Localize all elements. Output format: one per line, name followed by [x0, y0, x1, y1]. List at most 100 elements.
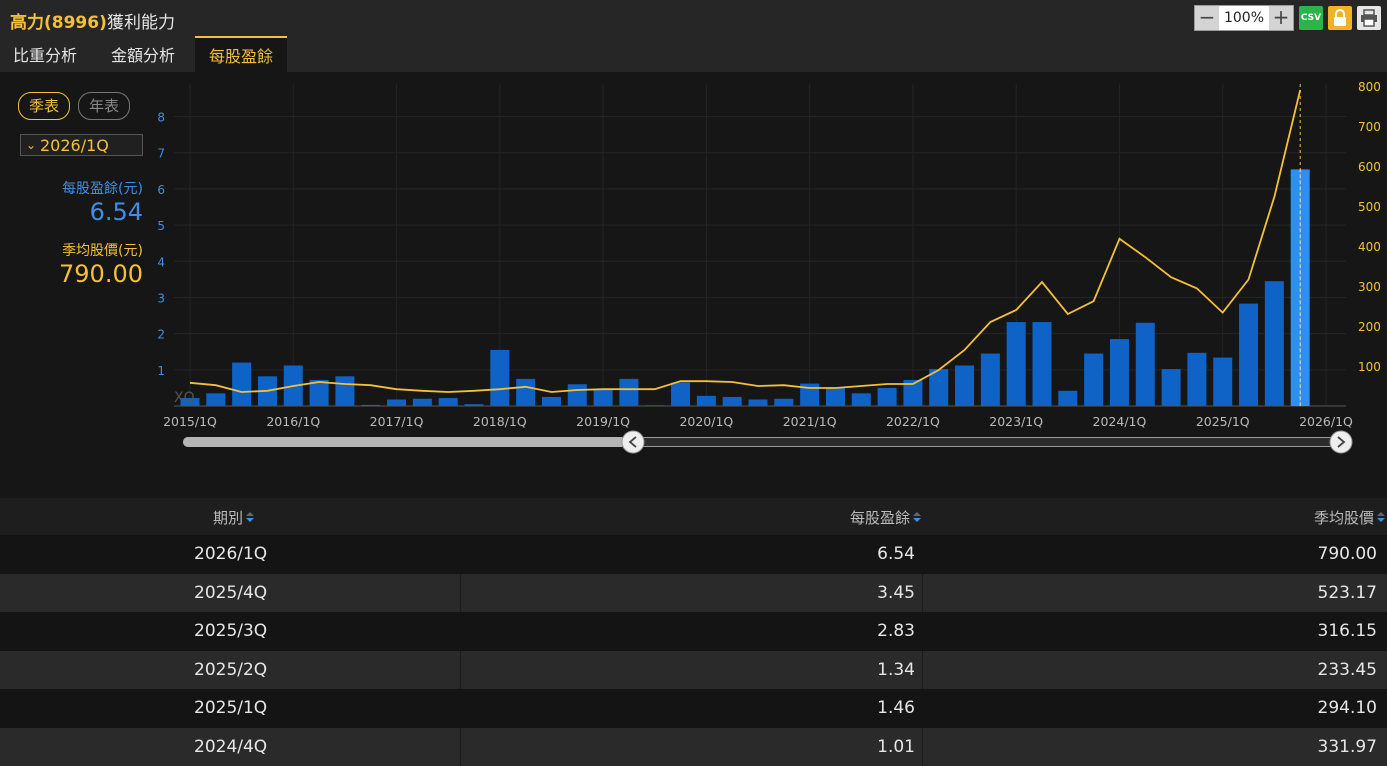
tab-amount-analysis[interactable]: 金額分析 — [111, 36, 175, 72]
x-tick-label: 2017/1Q — [370, 414, 424, 429]
eps-label: 每股盈餘(元) — [62, 178, 143, 198]
range-slider-rest — [633, 438, 1343, 446]
eps-bar — [929, 369, 948, 406]
column-header-period[interactable]: 期別 — [213, 507, 254, 528]
cell-price: 790.00 — [1318, 544, 1377, 564]
sort-icon — [1377, 512, 1385, 524]
y-tick-right: 500 — [1358, 200, 1381, 214]
page-subtitle: 獲利能力 — [107, 8, 175, 33]
x-tick-label: 2016/1Q — [266, 414, 320, 429]
eps-bar — [568, 384, 587, 406]
column-divider — [460, 651, 461, 690]
sort-icon — [913, 512, 921, 524]
y-tick-left: 1 — [157, 364, 165, 378]
eps-bar — [1162, 369, 1181, 406]
eps-bar — [232, 363, 251, 406]
eps-bar — [1239, 304, 1258, 406]
column-header-price[interactable]: 季均股價 — [1314, 507, 1385, 528]
chart-panel: 12345678100200300400500600700800XQ2015/1… — [0, 72, 1387, 498]
x-tick-label: 2015/1Q — [163, 414, 217, 429]
y-tick-right: 800 — [1358, 80, 1381, 94]
column-divider — [922, 728, 923, 766]
x-tick-label: 2024/1Q — [1093, 414, 1147, 429]
column-divider — [922, 574, 923, 613]
eps-bar — [490, 350, 509, 406]
price-value: 790.00 — [59, 260, 143, 288]
table-row[interactable]: 2026/1Q 6.54 790.00 — [0, 535, 1387, 574]
eps-bar — [774, 399, 793, 406]
zoom-out-button[interactable]: − — [1195, 6, 1219, 30]
table-row[interactable]: 2025/4Q 3.45 523.17 — [0, 574, 1387, 613]
eps-bar — [1265, 281, 1284, 406]
eps-bar — [852, 393, 871, 406]
y-tick-right: 300 — [1358, 280, 1381, 294]
cell-period: 2025/1Q — [194, 698, 267, 718]
y-tick-right: 700 — [1358, 120, 1381, 134]
column-divider — [922, 651, 923, 690]
tab-proportion-analysis[interactable]: 比重分析 — [13, 36, 77, 72]
eps-bar — [1058, 391, 1077, 406]
eps-bar — [619, 379, 638, 406]
range-slider-handle-left[interactable] — [622, 431, 644, 453]
eps-bar — [594, 390, 613, 406]
y-tick-right: 100 — [1358, 360, 1381, 374]
x-tick-label: 2026/1Q — [1299, 414, 1353, 429]
tab-eps[interactable]: 每股盈餘 — [195, 36, 287, 72]
y-tick-left: 4 — [157, 255, 165, 269]
table-row[interactable]: 2025/3Q 2.83 316.15 — [0, 612, 1387, 651]
y-tick-left: 3 — [157, 291, 165, 305]
x-tick-label: 2025/1Q — [1196, 414, 1250, 429]
cell-period: 2025/4Q — [194, 583, 267, 603]
price-line — [190, 90, 1300, 392]
print-button[interactable] — [1357, 6, 1381, 30]
cell-price: 233.45 — [1318, 660, 1377, 680]
column-divider — [460, 574, 461, 613]
eps-value: 6.54 — [90, 198, 143, 226]
quarterly-toggle[interactable]: 季表 — [18, 92, 70, 120]
eps-bar — [749, 399, 768, 406]
title-bar: 高力(8996) 獲利能力 − 100% + CSV — [0, 0, 1387, 36]
chevron-down-icon: ⌄ — [26, 134, 36, 156]
table-row[interactable]: 2025/2Q 1.34 233.45 — [0, 651, 1387, 690]
annual-toggle[interactable]: 年表 — [78, 92, 130, 120]
eps-bar — [206, 393, 225, 406]
eps-bar — [439, 398, 458, 406]
table-row[interactable]: 2025/1Q 1.46 294.10 — [0, 689, 1387, 728]
range-slider-selected — [183, 437, 633, 447]
sort-icon — [246, 512, 254, 524]
printer-icon — [1357, 6, 1381, 30]
period-dropdown[interactable]: ⌄ 2026/1Q — [20, 134, 143, 156]
eps-bar — [1110, 339, 1129, 406]
column-header-period-label: 期別 — [213, 509, 243, 527]
y-tick-right: 400 — [1358, 240, 1381, 254]
eps-bar — [1187, 353, 1206, 406]
y-tick-right: 200 — [1358, 320, 1381, 334]
cell-eps: 1.01 — [877, 737, 915, 757]
eps-bar — [335, 376, 354, 406]
table-row[interactable]: 2024/4Q 1.01 331.97 — [0, 728, 1387, 766]
column-header-eps[interactable]: 每股盈餘 — [850, 507, 921, 528]
lock-icon — [1328, 6, 1352, 30]
y-tick-left: 7 — [157, 147, 165, 161]
eps-bar — [645, 405, 664, 406]
x-tick-label: 2022/1Q — [886, 414, 940, 429]
lock-button[interactable] — [1328, 6, 1352, 30]
column-header-price-label: 季均股價 — [1314, 509, 1374, 527]
y-tick-left: 6 — [157, 183, 165, 197]
cell-period: 2025/3Q — [194, 621, 267, 641]
column-header-eps-label: 每股盈餘 — [850, 509, 910, 527]
cell-eps: 2.83 — [877, 621, 915, 641]
table-header: 期別 每股盈餘 季均股價 — [0, 498, 1387, 536]
y-tick-left: 5 — [157, 219, 165, 233]
eps-bar — [1084, 354, 1103, 406]
zoom-in-button[interactable]: + — [1269, 6, 1293, 30]
eps-bar — [387, 399, 406, 406]
cell-eps: 3.45 — [877, 583, 915, 603]
csv-export-button[interactable]: CSV — [1299, 6, 1323, 30]
cell-price: 294.10 — [1318, 698, 1377, 718]
eps-bar — [361, 405, 380, 406]
cell-eps: 6.54 — [877, 544, 915, 564]
range-slider-handle-right[interactable] — [1330, 431, 1352, 453]
eps-bar — [878, 388, 897, 406]
eps-bar — [1213, 358, 1232, 406]
